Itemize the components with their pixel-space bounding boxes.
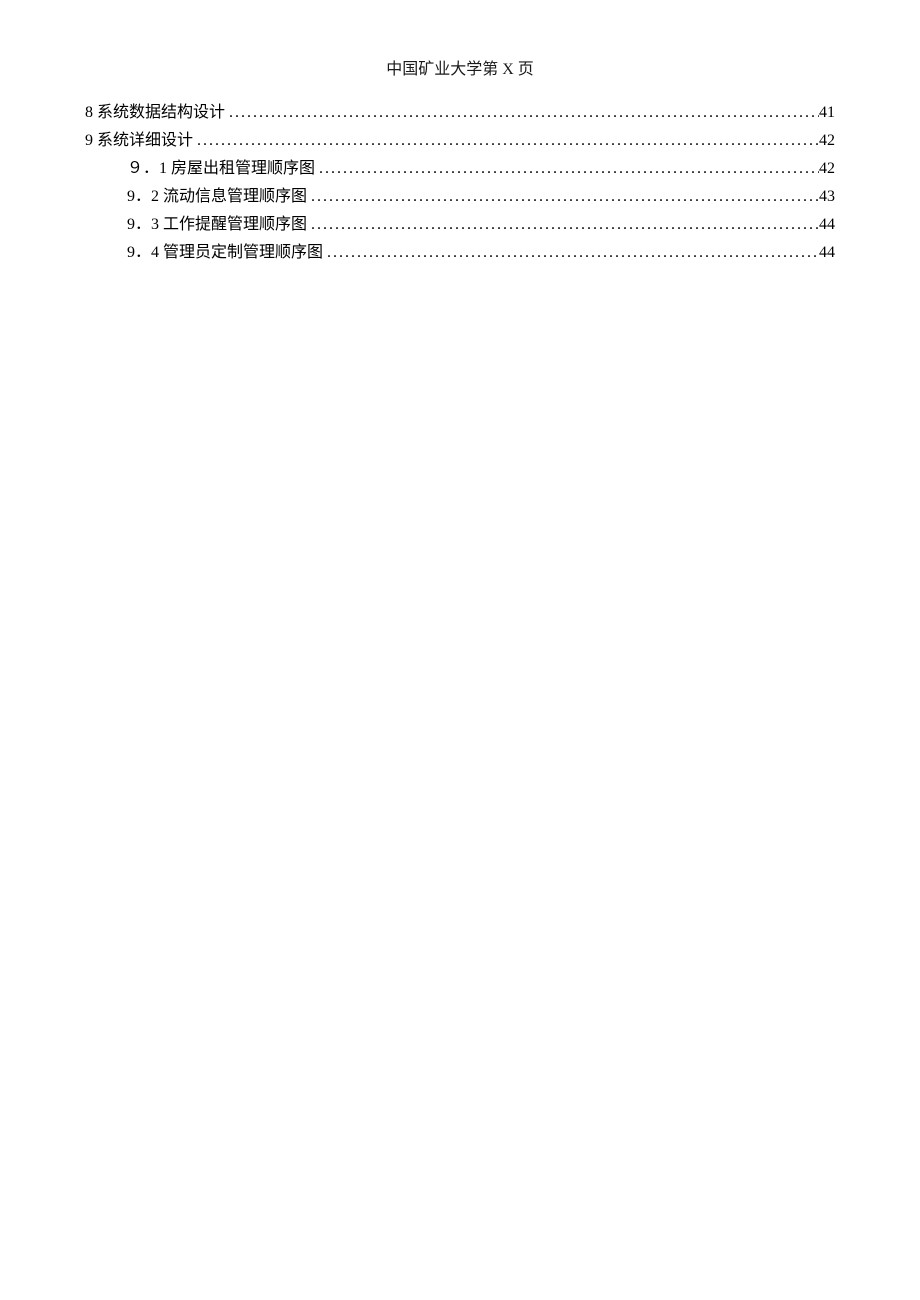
toc-page-number: 42 <box>819 155 835 183</box>
toc-page-number: 43 <box>819 183 835 211</box>
toc-page-number: 44 <box>819 211 835 239</box>
toc-leader-dots <box>225 99 819 127</box>
page-header: 中国矿业大学第 X 页 <box>85 55 835 79</box>
toc-entry: 9．4 管理员定制管理顺序图 44 <box>85 239 835 267</box>
toc-title: ９．1 房屋出租管理顺序图 <box>127 155 315 183</box>
toc-title: 9 系统详细设计 <box>85 127 193 155</box>
toc-leader-dots <box>193 127 819 155</box>
toc-page-number: 41 <box>819 99 835 127</box>
toc-page-number: 42 <box>819 127 835 155</box>
toc-entry: 8 系统数据结构设计 41 <box>85 99 835 127</box>
toc-leader-dots <box>315 155 819 183</box>
toc-leader-dots <box>307 211 819 239</box>
toc-title: 9．4 管理员定制管理顺序图 <box>127 239 323 267</box>
toc-entry: 9．2 流动信息管理顺序图 43 <box>85 183 835 211</box>
toc-entry: ９．1 房屋出租管理顺序图 42 <box>85 155 835 183</box>
toc-leader-dots <box>307 183 819 211</box>
toc-page-number: 44 <box>819 239 835 267</box>
toc-title: 8 系统数据结构设计 <box>85 99 225 127</box>
toc-leader-dots <box>323 239 819 267</box>
table-of-contents: 8 系统数据结构设计 41 9 系统详细设计 42 ９．1 房屋出租管理顺序图 … <box>85 99 835 267</box>
toc-title: 9．2 流动信息管理顺序图 <box>127 183 307 211</box>
toc-title: 9．3 工作提醒管理顺序图 <box>127 211 307 239</box>
toc-entry: 9．3 工作提醒管理顺序图 44 <box>85 211 835 239</box>
toc-entry: 9 系统详细设计 42 <box>85 127 835 155</box>
